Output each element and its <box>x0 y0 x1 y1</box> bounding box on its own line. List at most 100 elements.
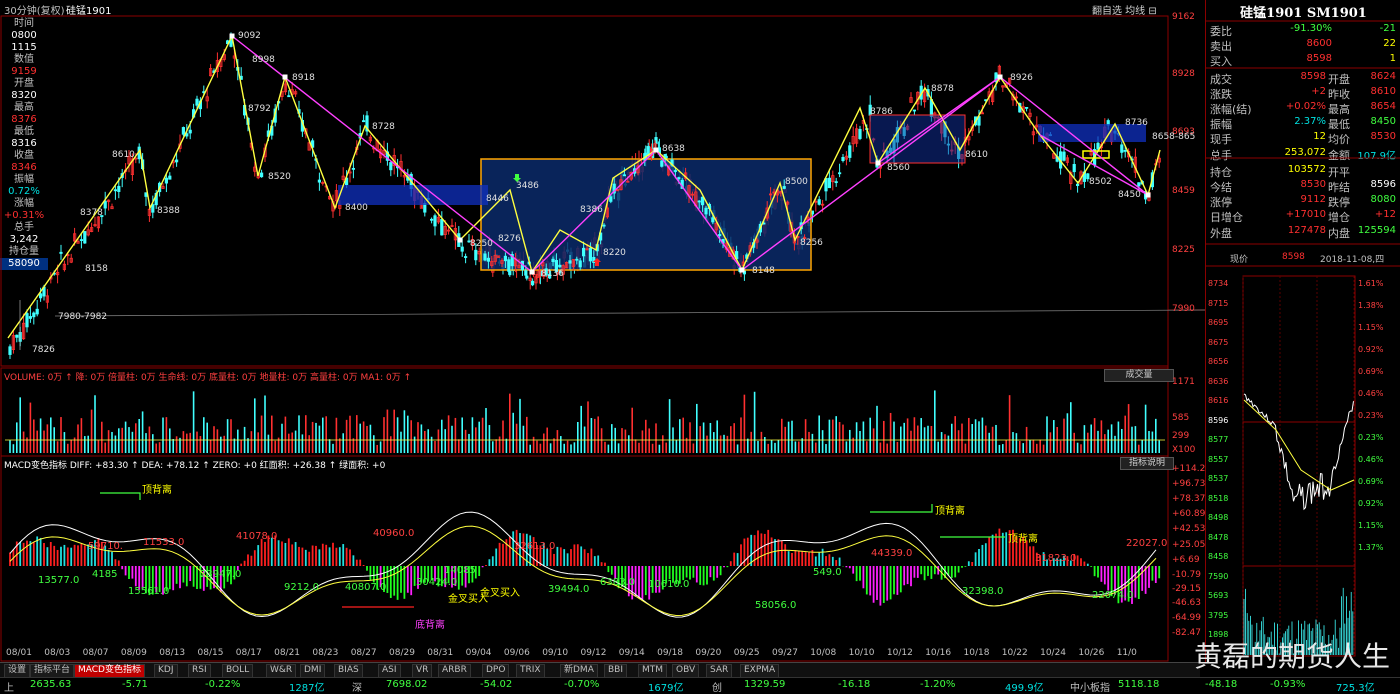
price-annotation: 8728 <box>372 122 395 132</box>
candle-body <box>1072 164 1076 173</box>
indicator-tab-0[interactable]: 设置 <box>4 664 31 678</box>
date-tick: 09/06 <box>503 648 530 658</box>
date-tick: 09/04 <box>465 648 492 658</box>
candle-body <box>558 264 562 268</box>
candle-body <box>838 172 842 175</box>
mini-right-tick: 0.23% <box>1358 433 1384 442</box>
status-item: 7698.02 <box>386 679 428 690</box>
date-tick: 08/23 <box>312 648 339 658</box>
indicator-tab-12[interactable]: DPO <box>482 664 510 678</box>
indicator-tab-6[interactable]: W&R <box>266 664 297 678</box>
macd-tick: +114.2 <box>1172 464 1206 474</box>
candle-body <box>317 179 322 183</box>
status-item: -1.20% <box>920 679 956 690</box>
indicator-tab-3[interactable]: KDJ <box>154 664 178 678</box>
date-tick: 09/14 <box>618 648 645 658</box>
status-item: -16.18 <box>838 679 871 690</box>
macd-annotation: 40960.0 <box>373 528 415 539</box>
candle-body <box>83 231 87 244</box>
status-item: -54.02 <box>480 679 513 690</box>
pivot-dot <box>282 74 288 80</box>
price-annotation: 8926 <box>1010 73 1033 83</box>
candle-body <box>486 257 491 262</box>
candle-body <box>1120 144 1124 153</box>
price-annotation: 8250 <box>470 239 493 249</box>
date-tick: 08/21 <box>274 648 301 658</box>
indicator-tab-18[interactable]: SAR <box>706 664 733 678</box>
date-tick: 09/10 <box>542 648 569 658</box>
candle-body <box>188 129 192 134</box>
candle-body <box>113 189 117 192</box>
status-item: -48.18 <box>1205 679 1238 690</box>
resistance-zone <box>338 185 488 205</box>
indicator-tab-13[interactable]: TRIX <box>516 664 545 678</box>
indicator-tab-11[interactable]: ARBR <box>438 664 471 678</box>
macd-annotation: 549.0 <box>813 567 842 578</box>
candle-body <box>259 172 264 178</box>
status-item: 725.3亿 <box>1336 683 1375 694</box>
price-annotation: 8378 <box>80 208 103 218</box>
indicator-tab-8[interactable]: BIAS <box>334 664 363 678</box>
indicator-tab-4[interactable]: RSI <box>188 664 211 678</box>
price-annotation: 8610 <box>965 150 988 160</box>
indicator-tab-14[interactable]: 新DMA <box>560 664 598 678</box>
candle-body <box>440 219 444 236</box>
divergence-marker <box>870 504 933 513</box>
macd-annotation: 14085 <box>444 565 476 576</box>
candle-body <box>39 293 43 299</box>
macd-annotation: 13577.0 <box>38 575 80 586</box>
macd-annotation: 32398.0 <box>962 586 1004 597</box>
indicator-tab-19[interactable]: EXPMA <box>740 664 780 678</box>
indicator-tab-7[interactable]: DMI <box>300 664 326 678</box>
price-annotation: 8220 <box>603 248 626 258</box>
candle-body <box>164 177 168 184</box>
pivot-dot <box>1145 192 1151 198</box>
price-annotation: 8786 <box>870 107 893 117</box>
indicator-help-button[interactable]: 指标说明 <box>1120 457 1174 470</box>
candle-body <box>568 260 572 264</box>
candle-body <box>1096 142 1100 150</box>
status-item: 1287亿 <box>289 683 325 694</box>
candle-body <box>848 145 852 158</box>
macd-annotation: 底背离 <box>415 620 445 631</box>
candle-body <box>433 215 437 227</box>
candle-body <box>151 204 155 213</box>
date-tick: 08/15 <box>197 648 224 658</box>
indicator-tab-15[interactable]: BBI <box>604 664 628 678</box>
indicator-tab-10[interactable]: VR <box>412 664 433 678</box>
price-annotation: 8658-865 <box>1152 132 1196 142</box>
intraday-price-line <box>1243 393 1354 511</box>
mini-right-tick: 0.92% <box>1358 499 1384 508</box>
indicator-tab-5[interactable]: BOLL <box>222 664 254 678</box>
candle-body <box>460 246 464 252</box>
volume-tick: 299 <box>1172 431 1190 441</box>
candle-body <box>660 160 664 167</box>
status-item: 深 <box>352 683 362 694</box>
status-item: 1679亿 <box>648 683 684 694</box>
volume-indicator-button[interactable]: 成交量 <box>1104 369 1174 382</box>
status-item: 中小板指 <box>1070 683 1110 694</box>
macd-tick: +6.69 <box>1172 555 1200 565</box>
macd-annotation: 4185 <box>92 569 118 580</box>
date-tick: 10/22 <box>1001 648 1028 658</box>
pivot-dot <box>457 237 463 243</box>
candle-body <box>524 270 528 276</box>
mini-right-tick: 0.46% <box>1358 455 1384 464</box>
status-item: -0.93% <box>1270 679 1306 690</box>
indicator-tab-2[interactable]: MACD变色指标 <box>74 664 145 678</box>
candle-body <box>551 258 555 263</box>
indicator-tab-17[interactable]: OBV <box>672 664 700 678</box>
indicator-tab-16[interactable]: MTM <box>638 664 668 678</box>
indicator-tab-1[interactable]: 指标平台 <box>30 664 75 678</box>
diff-line <box>9 511 1157 618</box>
price-annotation: 8520 <box>268 172 291 182</box>
macd-annotation: 顶背离 <box>142 485 172 496</box>
indicator-tab-9[interactable]: ASI <box>378 664 401 678</box>
mini-left-tick: 8498 <box>1208 513 1229 522</box>
candle-body <box>588 247 593 262</box>
mini-left-tick: 8596 <box>1208 415 1229 425</box>
candle-body <box>582 247 586 257</box>
date-tick: 10/10 <box>848 648 875 658</box>
volume-layer <box>5 390 1165 453</box>
candle-body <box>361 120 366 123</box>
